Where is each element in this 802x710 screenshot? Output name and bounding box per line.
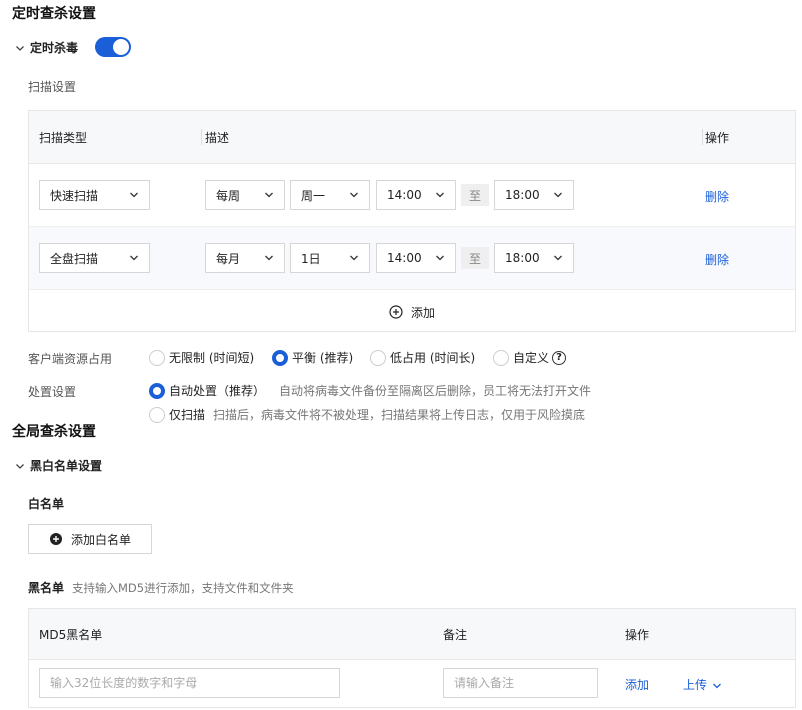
radio-label: 自动处置（推荐） (169, 384, 266, 398)
select-value: 每周 (216, 188, 241, 203)
end-time-select[interactable]: 18:00 (494, 243, 574, 273)
scheduled-toggle-label: 定时杀毒 (30, 41, 79, 55)
table-header: MD5黑名单 备注 操作 (29, 609, 795, 660)
header-scan-type: 扫描类型 (39, 131, 88, 145)
table-header: 扫描类型 描述 操作 (29, 111, 795, 164)
chevron-down-icon (129, 190, 139, 200)
chevron-down-icon (264, 253, 274, 263)
start-time-select[interactable]: 14:00 (376, 243, 456, 273)
select-value: 14:00 (387, 188, 422, 202)
time-range-separator: 至 (461, 184, 489, 206)
scan-type-select[interactable]: 快速扫描 (39, 180, 150, 210)
day-select[interactable]: 周一 (290, 180, 370, 210)
column-divider (201, 129, 202, 145)
column-divider (702, 129, 703, 145)
option-description: 扫描后，病毒文件将不被处理，扫描结果将上传日志，仅用于风险摸底 (213, 408, 586, 422)
radio-circle-selected (149, 382, 165, 399)
chevron-down-icon (349, 253, 359, 263)
md5-input[interactable] (39, 668, 340, 698)
blacklist-title: 黑名单 (28, 581, 65, 595)
time-range-separator: 至 (461, 247, 489, 269)
note-input[interactable] (443, 668, 598, 698)
chevron-down-icon (264, 190, 274, 200)
radio-label: 仅扫描 (169, 408, 206, 422)
header-action: 操作 (705, 131, 730, 145)
global-section-title: 全局查杀设置 (12, 424, 96, 440)
blacklist-hint: 支持输入MD5进行添加，支持文件和文件夹 (72, 580, 294, 595)
select-value: 全盘扫描 (50, 251, 99, 266)
select-value: 18:00 (505, 251, 540, 265)
scan-settings-label: 扫描设置 (28, 80, 77, 94)
scan-schedule-table: 扫描类型 描述 操作 快速扫描 每周 周一 14:00 至 18:00 删除 全… (28, 110, 796, 332)
radio-circle (493, 349, 509, 366)
chevron-down-icon (435, 253, 445, 263)
day-select[interactable]: 1日 (290, 243, 370, 273)
resource-option-low[interactable]: 低占用 (时间长) (370, 349, 475, 366)
select-value: 周一 (301, 188, 326, 203)
select-value: 快速扫描 (50, 188, 99, 203)
handling-label: 处置设置 (28, 385, 77, 399)
chevron-down-icon (435, 190, 445, 200)
chevron-down-icon (14, 42, 26, 54)
frequency-select[interactable]: 每周 (205, 180, 285, 210)
frequency-select[interactable]: 每月 (205, 243, 285, 273)
chevron-down-icon (14, 460, 26, 472)
scan-type-select[interactable]: 全盘扫描 (39, 243, 150, 273)
select-value: 14:00 (387, 251, 422, 265)
radio-circle (149, 406, 165, 423)
chevron-down-icon (712, 680, 722, 690)
header-note: 备注 (443, 628, 468, 642)
blackwhite-list-label: 黑白名单设置 (30, 459, 103, 473)
blacklist-heading: 黑名单 支持输入MD5进行添加，支持文件和文件夹 (28, 579, 294, 596)
chevron-down-icon (349, 190, 359, 200)
add-whitelist-button[interactable]: 添加白名单 (28, 524, 152, 554)
switch-knob (113, 39, 129, 55)
radio-circle (149, 349, 165, 366)
handling-option-scan-only[interactable]: 仅扫描 扫描后，病毒文件将不被处理，扫描结果将上传日志，仅用于风险摸底 (149, 406, 585, 423)
radio-label: 无限制 (时间短) (169, 351, 255, 365)
radio-circle-selected (272, 349, 288, 366)
table-row: 添加 上传 (29, 660, 795, 707)
handling-option-auto[interactable]: 自动处置（推荐） 自动将病毒文件备份至隔离区后删除，员工将无法打开文件 (149, 382, 591, 399)
scheduled-scan-switch[interactable] (95, 37, 131, 57)
table-row: 快速扫描 每周 周一 14:00 至 18:00 删除 (29, 164, 795, 227)
header-action: 操作 (625, 628, 650, 642)
header-description: 描述 (205, 131, 230, 145)
upload-label: 上传 (683, 678, 708, 692)
button-label: 添加白名单 (70, 532, 131, 547)
select-value: 18:00 (505, 188, 540, 202)
plus-circle-icon (49, 532, 63, 546)
chevron-down-icon (553, 253, 563, 263)
add-blacklist-link[interactable]: 添加 (625, 676, 649, 693)
start-time-select[interactable]: 14:00 (376, 180, 456, 210)
delete-row-link[interactable]: 删除 (705, 251, 729, 268)
resource-option-custom[interactable]: 自定义 ? (493, 349, 567, 366)
resource-usage-label: 客户端资源占用 (28, 352, 113, 366)
upload-dropdown[interactable]: 上传 (683, 676, 722, 693)
chevron-down-icon (553, 190, 563, 200)
header-md5: MD5黑名单 (39, 628, 103, 642)
add-scan-row-button[interactable]: 添加 (29, 290, 795, 334)
plus-circle-icon (389, 305, 403, 319)
chevron-down-icon (129, 253, 139, 263)
resource-option-unlimited[interactable]: 无限制 (时间短) (149, 349, 254, 366)
help-icon[interactable]: ? (552, 350, 567, 365)
whitelist-title: 白名单 (28, 497, 65, 511)
blacklist-table: MD5黑名单 备注 操作 添加 上传 (28, 608, 796, 708)
end-time-select[interactable]: 18:00 (494, 180, 574, 210)
option-description: 自动将病毒文件备份至隔离区后删除，员工将无法打开文件 (279, 384, 592, 398)
select-value: 1日 (301, 251, 321, 266)
scheduled-collapse-toggle[interactable]: 定时杀毒 (14, 39, 78, 56)
radio-label: 低占用 (时间长) (390, 351, 476, 365)
select-value: 每月 (216, 251, 241, 266)
table-row: 全盘扫描 每月 1日 14:00 至 18:00 删除 (29, 227, 795, 290)
delete-row-link[interactable]: 删除 (705, 188, 729, 205)
radio-circle (370, 349, 386, 366)
radio-label: 平衡 (推荐) (292, 351, 354, 365)
radio-label: 自定义 (513, 351, 550, 365)
blackwhite-list-collapse[interactable]: 黑白名单设置 (14, 457, 102, 474)
resource-option-balanced[interactable]: 平衡 (推荐) (272, 349, 353, 366)
scheduled-section-title: 定时查杀设置 (12, 6, 96, 22)
add-label: 添加 (410, 305, 435, 320)
